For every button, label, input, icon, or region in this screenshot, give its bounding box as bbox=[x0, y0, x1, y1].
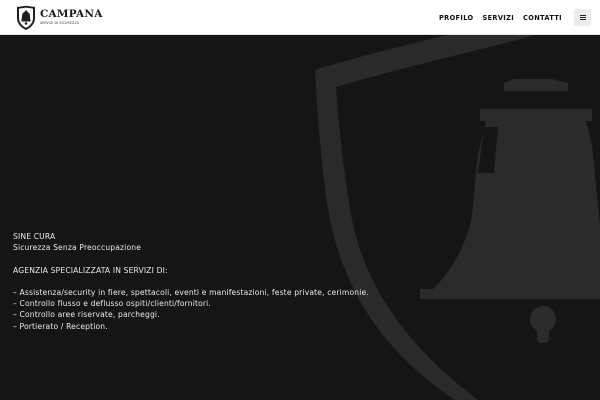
service-item: – Portierato / Reception. bbox=[13, 321, 108, 331]
hamburger-icon bbox=[579, 15, 586, 20]
nav-link-profilo[interactable]: PROFILO bbox=[439, 14, 474, 22]
brand-text: CAMPANA SERVIZI DI SICUREZZA bbox=[40, 9, 103, 26]
shield-bell-logo-icon bbox=[17, 5, 35, 30]
hero-title: SINE CURA bbox=[13, 232, 56, 241]
shield-bell-icon bbox=[315, 35, 600, 400]
services-heading: AGENZIA SPECIALIZZATA IN SERVIZI DI: bbox=[13, 265, 168, 275]
site-header: CAMPANA SERVIZI DI SICUREZZA PROFILO SER… bbox=[0, 0, 600, 35]
hero-text-block: SINE CURA Sicurezza Senza Preoccupazione… bbox=[13, 231, 369, 332]
menu-toggle-button[interactable] bbox=[574, 9, 591, 26]
hero-subtitle: Sicurezza Senza Preoccupazione bbox=[13, 243, 142, 253]
brand-tagline: SERVIZI DI SICUREZZA bbox=[40, 21, 80, 25]
nav-link-servizi[interactable]: SERVIZI bbox=[482, 14, 514, 22]
service-item: – Controllo aree riservate, parcheggi. bbox=[13, 310, 160, 320]
hero-section: SINE CURA Sicurezza Senza Preoccupazione… bbox=[0, 35, 600, 400]
brand-logo[interactable]: CAMPANA SERVIZI DI SICUREZZA bbox=[15, 4, 103, 31]
brand-name: CAMPANA bbox=[40, 8, 103, 20]
nav-link-contatti[interactable]: CONTATTI bbox=[523, 14, 562, 22]
service-item: – Controllo flusso e deflusso ospiti/cli… bbox=[13, 299, 211, 309]
service-item: – Assistenza/security in fiere, spettaco… bbox=[13, 287, 369, 297]
main-nav: PROFILO SERVIZI CONTATTI bbox=[430, 0, 562, 35]
